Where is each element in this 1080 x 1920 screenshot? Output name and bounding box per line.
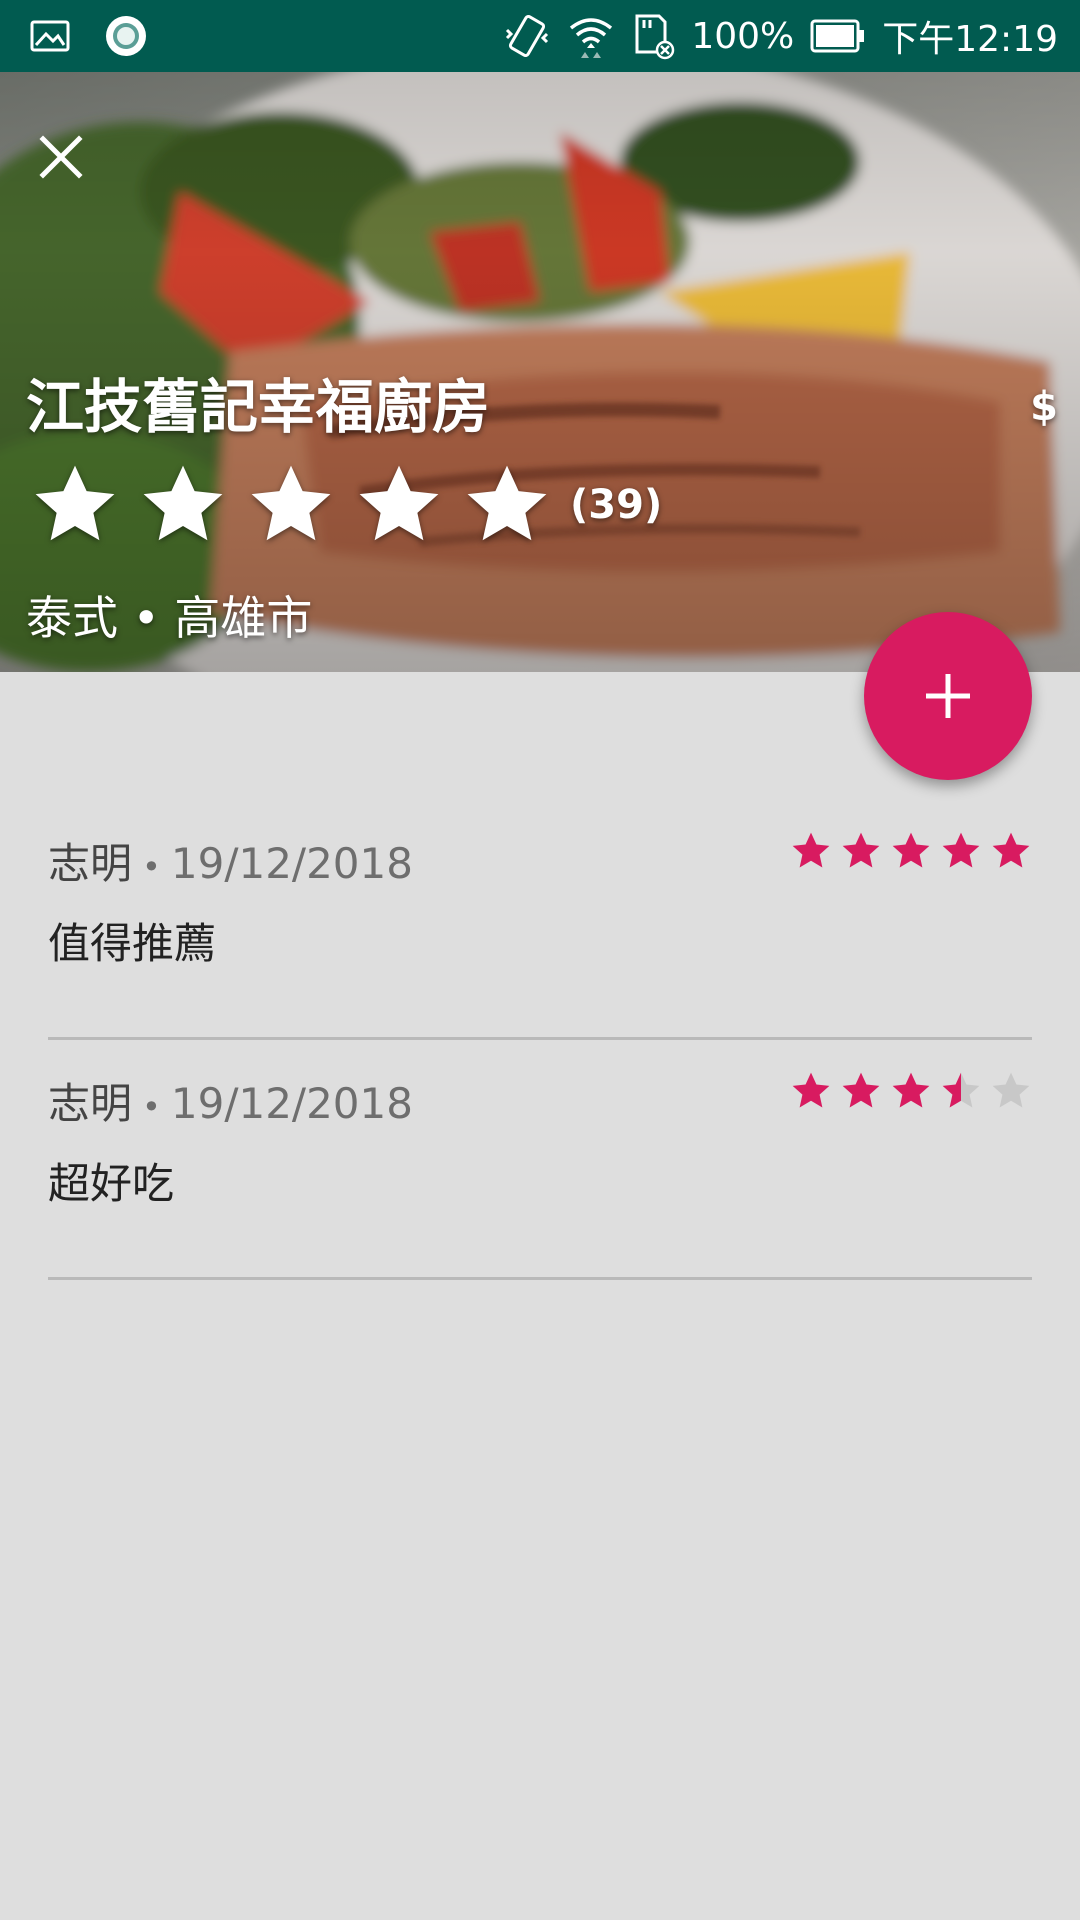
review-rating-stars: [790, 830, 1032, 872]
price-level: $: [1030, 384, 1058, 430]
battery-icon: [810, 18, 866, 54]
clock: 下午12:19: [882, 19, 1058, 60]
status-bar-left: [30, 0, 148, 72]
rating-stars: [30, 460, 570, 550]
close-icon: [39, 135, 83, 179]
star-full-icon: [792, 832, 830, 868]
circle-notification-icon: [104, 14, 148, 58]
restaurant-name: 江技舊記幸福廚房: [26, 373, 491, 441]
review-text: 值得推薦: [48, 919, 217, 968]
category-city: 泰式 • 高雄市: [26, 591, 313, 645]
vibrate-icon: [503, 12, 551, 60]
review-item: 志明 • 19/12/2018 超好吃: [48, 1040, 1032, 1280]
sd-card-icon: [631, 12, 675, 60]
add-review-button[interactable]: [864, 612, 1032, 780]
plus-icon: [926, 674, 970, 718]
close-button[interactable]: [26, 122, 96, 192]
review-author: 志明: [48, 1079, 133, 1128]
restaurant-rating: (39): [30, 460, 662, 550]
review-meta: 志明 • 19/12/2018: [48, 1070, 413, 1131]
reviews-list: 志明 • 19/12/2018 值得推薦 志明 • 19/12/2018 超好吃: [48, 800, 1032, 1280]
star-full-icon: [792, 1072, 830, 1108]
review-rating-stars: [790, 1070, 1032, 1112]
star-full-icon: [892, 1072, 930, 1108]
review-date: 19/12/2018: [170, 1079, 413, 1128]
review-item: 志明 • 19/12/2018 值得推薦: [48, 800, 1032, 1040]
wifi-icon: [567, 14, 615, 58]
star-full-icon: [942, 832, 980, 868]
image-icon: [30, 20, 70, 52]
review-count: (39): [570, 482, 663, 528]
star-empty-icon: [992, 1072, 1030, 1108]
star-full-icon: [467, 465, 547, 541]
review-meta: 志明 • 19/12/2018: [48, 830, 413, 891]
star-full-icon: [842, 832, 880, 868]
battery-percentage: 100%: [691, 15, 795, 57]
review-author: 志明: [48, 839, 133, 888]
restaurant-hero: 江技舊記幸福廚房 $ (39) 泰式 • 高雄市: [0, 72, 1080, 672]
star-half-icon: [942, 1072, 980, 1108]
meta-separator: •: [142, 1087, 161, 1126]
meta-separator: •: [142, 847, 161, 886]
star-full-icon: [359, 465, 439, 541]
review-date: 19/12/2018: [170, 839, 413, 888]
star-full-icon: [992, 832, 1030, 868]
star-full-icon: [143, 465, 223, 541]
star-full-icon: [251, 465, 331, 541]
star-full-icon: [892, 832, 930, 868]
status-bar: 100% 下午12:19: [0, 0, 1080, 72]
star-full-icon: [35, 465, 115, 541]
review-text: 超好吃: [48, 1159, 175, 1208]
star-full-icon: [842, 1072, 880, 1108]
status-bar-right: 100% 下午12:19: [503, 0, 1058, 72]
